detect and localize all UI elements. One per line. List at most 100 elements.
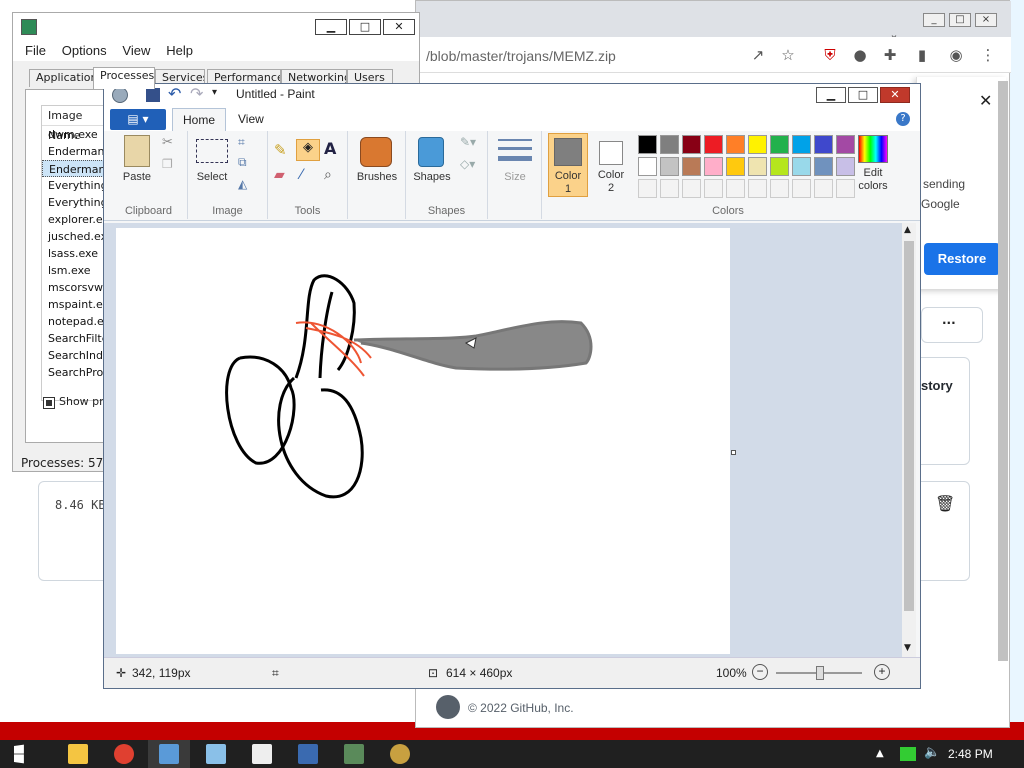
browser-close-button[interactable]: × — [975, 13, 997, 27]
color1-button[interactable]: Color 1 — [548, 133, 588, 197]
browser-scrollbar[interactable] — [998, 81, 1008, 661]
paint-maximize-button[interactable]: □ — [848, 87, 878, 103]
palette-custom-swatch[interactable] — [660, 179, 679, 198]
list-item[interactable]: Everything — [42, 194, 104, 211]
paste-icon[interactable] — [124, 135, 150, 167]
extension-icon[interactable]: ● — [850, 45, 870, 65]
palette-color-swatch[interactable] — [770, 157, 789, 176]
text-icon[interactable]: A — [324, 139, 336, 158]
palette-color-swatch[interactable] — [682, 135, 701, 154]
zoom-slider-thumb[interactable] — [816, 666, 824, 680]
menu-file[interactable]: File — [25, 41, 46, 61]
quick-access-dropdown-icon[interactable]: ▾ — [212, 87, 217, 98]
palette-custom-swatch[interactable] — [704, 179, 723, 198]
brushes-icon[interactable] — [360, 137, 392, 167]
palette-color-swatch[interactable] — [748, 135, 767, 154]
palette-custom-swatch[interactable] — [726, 179, 745, 198]
tray-chevron-icon[interactable]: ▲ — [876, 748, 884, 759]
tm-minimize-button[interactable]: ▁ — [315, 19, 347, 35]
fill-icon[interactable]: ◈ — [296, 139, 320, 161]
notepad-icon[interactable] — [206, 744, 226, 764]
chrome-icon[interactable] — [114, 744, 134, 764]
list-item[interactable]: Endermanch — [42, 143, 104, 160]
file-explorer-icon[interactable] — [68, 744, 88, 764]
browser-maximize-button[interactable]: □ — [949, 13, 971, 27]
paint-minimize-button[interactable]: ▁ — [816, 87, 846, 103]
column-image-name[interactable]: Image Name — [42, 106, 104, 142]
palette-color-swatch[interactable] — [792, 135, 811, 154]
palette-color-swatch[interactable] — [682, 157, 701, 176]
sidepanel-icon[interactable]: ▮ — [912, 45, 932, 65]
tm-close-button[interactable]: ✕ — [383, 19, 415, 35]
app-icon[interactable] — [298, 744, 318, 764]
history-link[interactable]: story — [921, 378, 953, 393]
canvas-resize-handle[interactable] — [731, 450, 736, 455]
color2-button[interactable]: Color 2 — [592, 133, 632, 197]
browser-minimize-button[interactable]: _ — [923, 13, 945, 27]
list-item[interactable]: lsm.exe — [42, 262, 104, 279]
7zip-icon[interactable] — [252, 744, 272, 764]
palette-color-swatch[interactable] — [814, 135, 833, 154]
brushes-button[interactable]: Brushes — [350, 171, 404, 183]
menu-view[interactable]: View — [122, 41, 150, 61]
palette-color-swatch[interactable] — [726, 157, 745, 176]
crop-icon[interactable]: ⌗ — [238, 135, 245, 150]
tab-home[interactable]: Home — [172, 108, 227, 132]
list-item[interactable]: mspaint.exe — [42, 296, 104, 313]
palette-custom-swatch[interactable] — [792, 179, 811, 198]
network-icon[interactable] — [900, 747, 916, 761]
palette-color-swatch[interactable] — [704, 135, 723, 154]
address-bar[interactable]: /blob/master/trojans/MEMZ.zip — [426, 44, 756, 68]
profile-icon[interactable]: ◉ — [946, 45, 966, 65]
shapes-icon[interactable] — [418, 137, 444, 167]
palette-color-swatch[interactable] — [748, 157, 767, 176]
taskmgr-taskbar-item[interactable] — [148, 740, 190, 768]
show-processes-checkbox[interactable] — [43, 397, 55, 409]
cut-icon[interactable]: ✂ — [162, 135, 173, 150]
palette-color-swatch[interactable] — [836, 135, 855, 154]
bookmark-star-icon[interactable]: ☆ — [778, 45, 798, 65]
palette-color-swatch[interactable] — [792, 157, 811, 176]
menu-options[interactable]: Options — [62, 41, 107, 61]
share-icon[interactable]: ↗ — [748, 45, 768, 65]
undo-icon[interactable]: ↶ — [168, 84, 181, 103]
menu-help[interactable]: Help — [166, 41, 193, 61]
palette-color-swatch[interactable] — [726, 135, 745, 154]
process-list[interactable]: Image Name dwm.exe Endermanch Endermanch… — [41, 105, 105, 401]
pencil-icon[interactable]: ✎ — [274, 141, 287, 159]
outline-icon[interactable]: ✎▾ — [460, 135, 476, 149]
palette-color-swatch[interactable] — [814, 157, 833, 176]
puzzle-icon[interactable]: ✚ — [880, 45, 900, 65]
select-icon[interactable] — [196, 139, 228, 163]
rotate-icon[interactable]: ◭ — [238, 177, 247, 191]
zoom-out-button[interactable]: − — [752, 664, 768, 680]
list-item[interactable]: SearchProtocol — [42, 364, 104, 381]
save-icon[interactable] — [146, 88, 160, 102]
tm-maximize-button[interactable]: □ — [349, 19, 381, 35]
select-button[interactable]: Select — [192, 171, 232, 183]
resize-icon[interactable]: ⧉ — [238, 155, 247, 170]
list-item-selected[interactable]: Endermanch — [42, 160, 104, 177]
palette-color-swatch[interactable] — [770, 135, 789, 154]
palette-color-swatch[interactable] — [638, 157, 657, 176]
scroll-thumb[interactable] — [904, 241, 914, 611]
palette-color-swatch[interactable] — [660, 135, 679, 154]
menu-dots-icon[interactable]: ⋮ — [978, 45, 998, 65]
volume-icon[interactable]: 🔈 — [924, 745, 940, 760]
canvas-scrollbar[interactable]: ▲ ▼ — [902, 223, 916, 657]
edit-colors-label[interactable]: Edit — [848, 167, 898, 179]
list-item[interactable]: notepad.exe — [42, 313, 104, 330]
scroll-down-icon[interactable]: ▼ — [904, 643, 911, 653]
list-item[interactable]: lsass.exe — [42, 245, 104, 262]
ublock-icon[interactable]: ⛨ — [820, 45, 840, 65]
paste-button[interactable]: Paste — [116, 171, 158, 183]
palette-custom-swatch[interactable] — [814, 179, 833, 198]
file-menu-button[interactable]: ▤ ▾ — [110, 109, 166, 130]
magnifier-icon[interactable]: ⌕ — [324, 167, 332, 183]
remote-desktop-icon[interactable] — [344, 744, 364, 764]
paint-taskbar-icon[interactable] — [390, 744, 410, 764]
palette-custom-swatch[interactable] — [638, 179, 657, 198]
scroll-up-icon[interactable]: ▲ — [904, 225, 911, 235]
color-picker-icon[interactable]: ⁄ — [300, 167, 302, 183]
size-button[interactable]: Size — [492, 171, 538, 183]
